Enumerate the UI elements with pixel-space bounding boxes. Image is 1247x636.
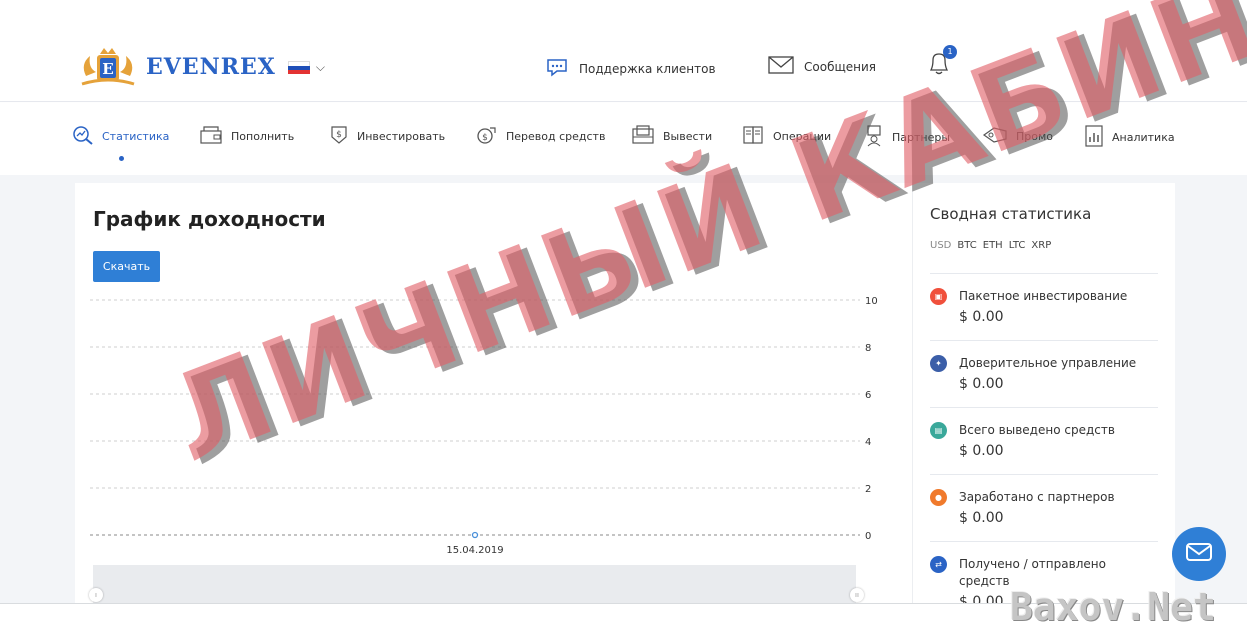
y-tick-label: 6: [865, 390, 871, 401]
nav-label: Аналитика: [1112, 131, 1175, 144]
summary-item-label: Всего выведено средств: [959, 423, 1115, 437]
currency-tabs: USD BTC ETH LTC XRP: [930, 240, 1051, 251]
support-link[interactable]: Поддержка клиентов: [545, 56, 716, 81]
svg-text:$: $: [336, 130, 342, 140]
exchange-icon: ⇄: [930, 556, 947, 573]
summary-item-value: $ 0.00: [959, 309, 1004, 325]
svg-text:$: $: [482, 133, 488, 143]
nav-item-transfer[interactable]: $ Перевод средств: [474, 125, 605, 148]
envelope-icon: [768, 56, 794, 77]
package-icon: ▣: [930, 288, 947, 305]
nav-item-invest[interactable]: $ Инвестировать: [329, 125, 445, 148]
currency-tab-eth[interactable]: ETH: [983, 240, 1003, 251]
nav-label: Операции: [773, 130, 832, 143]
nav-label: Пополнить: [231, 130, 295, 143]
nav-item-partners[interactable]: Партнеры: [864, 125, 950, 150]
summary-item-trust-management: ✦ Доверительное управление $ 0.00: [930, 340, 1158, 392]
invest-icon: $: [329, 125, 349, 148]
currency-tab-xrp[interactable]: XRP: [1031, 240, 1051, 251]
transfer-icon: $: [474, 125, 498, 148]
y-tick-label: 0: [865, 531, 871, 542]
income-chart: 10 8 6 4 2 0 15.04.2019: [90, 296, 878, 556]
withdraw-icon: [631, 125, 655, 148]
messages-label: Сообщения: [804, 59, 877, 74]
summary-item-value: $ 0.00: [959, 510, 1004, 526]
y-tick-label: 10: [865, 296, 878, 307]
range-handle-left[interactable]: ı: [89, 588, 103, 602]
summary-item-value: $ 0.00: [959, 376, 1004, 392]
download-button[interactable]: Скачать: [93, 251, 160, 282]
chevron-down-icon[interactable]: ⌵: [316, 60, 325, 75]
support-label: Поддержка клиентов: [579, 61, 716, 76]
summary-item-value: $ 0.00: [959, 443, 1004, 459]
nav-item-operations[interactable]: Операции: [741, 125, 831, 148]
currency-tab-ltc[interactable]: LTC: [1009, 240, 1026, 251]
summary-item-label: Пакетное инвестирование: [959, 289, 1128, 303]
summary-title: Сводная статистика: [930, 205, 1092, 223]
trust-icon: ✦: [930, 355, 947, 372]
partners-earnings-icon: ●: [930, 489, 947, 506]
nav-label: Промо: [1016, 130, 1054, 143]
analytics-icon: [1084, 125, 1104, 150]
logo[interactable]: E EVENREX ⌵: [78, 46, 325, 88]
messages-link[interactable]: Сообщения: [768, 56, 876, 77]
promo-icon: [982, 125, 1008, 148]
y-tick-label: 8: [865, 343, 871, 354]
watermark-site: Baxov.Net: [1010, 585, 1216, 629]
currency-tab-usd[interactable]: USD: [930, 240, 951, 251]
nav-item-promo[interactable]: Промо: [982, 125, 1053, 148]
chart-range-navigator[interactable]: [93, 565, 856, 605]
wallet-icon: [199, 125, 223, 148]
stats-icon: [72, 125, 94, 148]
nav-label: Перевод средств: [506, 130, 606, 143]
currency-tab-btc[interactable]: BTC: [957, 240, 976, 251]
summary-item-label: Доверительное управление: [959, 356, 1137, 370]
chat-support-icon: [545, 56, 569, 81]
page-title: График доходности: [93, 207, 326, 231]
language-flag-icon[interactable]: [287, 60, 310, 74]
nav-label: Инвестировать: [357, 130, 446, 143]
summary-item-partner-earnings: ● Заработано с партнеров $ 0.00: [930, 474, 1158, 526]
partners-icon: [864, 125, 884, 150]
nav-item-statistics[interactable]: Статистика: [72, 125, 169, 148]
chat-button[interactable]: [1172, 527, 1226, 581]
nav-label: Партнеры: [892, 131, 951, 144]
operations-icon: [741, 125, 765, 148]
summary-item-total-withdrawn: ▤ Всего выведено средств $ 0.00: [930, 407, 1158, 459]
summary-item-package-investment: ▣ Пакетное инвестирование $ 0.00: [930, 273, 1158, 325]
header: E EVENREX ⌵ Поддержка клиентов Сообщения…: [0, 0, 1247, 102]
logo-text: EVENREX: [146, 54, 276, 80]
active-indicator: [119, 156, 124, 161]
nav-item-deposit[interactable]: Пополнить: [199, 125, 294, 148]
summary-item-label: Заработано с партнеров: [959, 490, 1115, 504]
y-tick-label: 2: [865, 484, 871, 495]
notification-badge: 1: [943, 45, 957, 59]
y-tick-label: 4: [865, 437, 871, 448]
nav-item-analytics[interactable]: Аналитика: [1084, 125, 1175, 150]
main-nav: Статистика Пополнить $ Инвестировать $ П…: [0, 103, 1247, 175]
x-tick-label: 15.04.2019: [446, 545, 503, 556]
nav-label: Статистика: [102, 130, 170, 143]
withdrawn-icon: ▤: [930, 422, 947, 439]
envelope-icon: [1186, 542, 1212, 566]
nav-label: Вывести: [663, 130, 713, 143]
logo-emblem: E: [78, 46, 138, 88]
svg-text:E: E: [102, 60, 113, 78]
range-handle-right[interactable]: ıı: [850, 588, 864, 602]
data-point[interactable]: [471, 531, 479, 539]
nav-item-withdraw[interactable]: Вывести: [631, 125, 712, 148]
